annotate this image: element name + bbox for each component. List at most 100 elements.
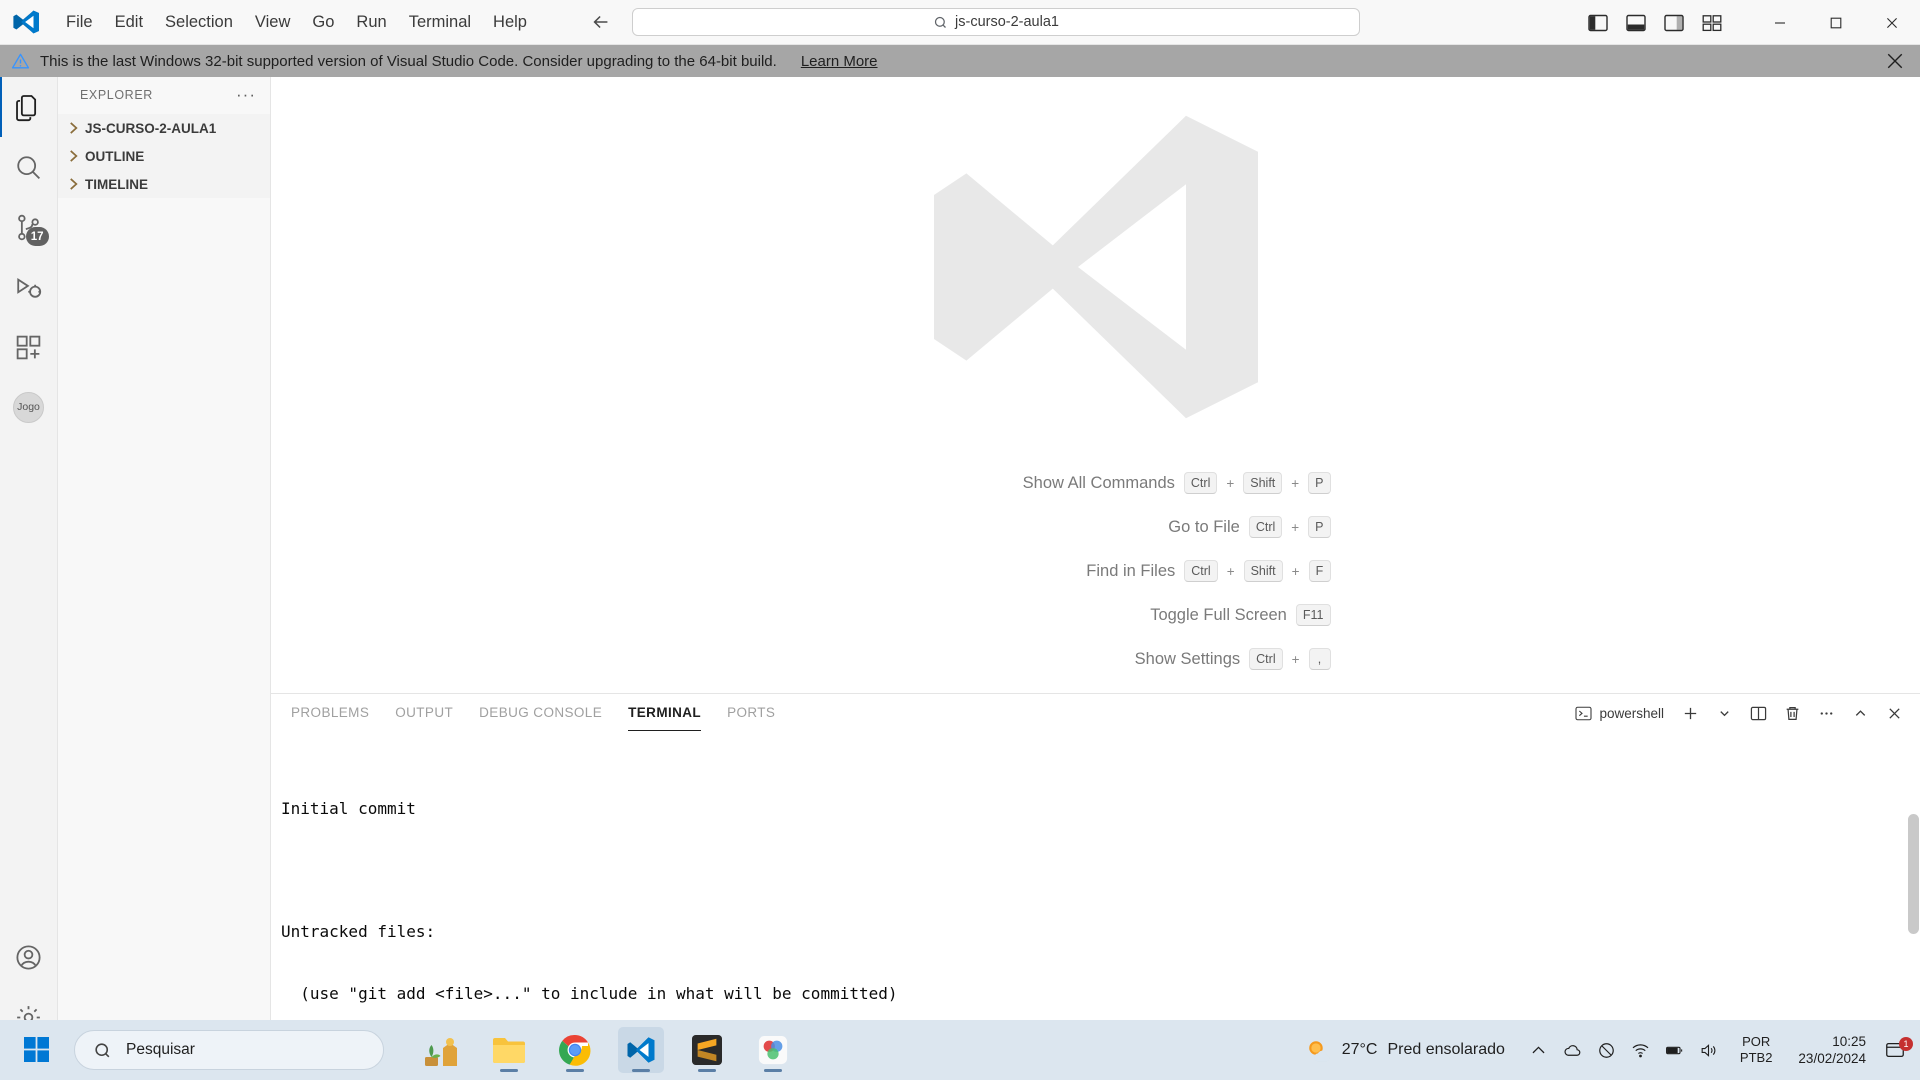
menu-item-file[interactable]: File [55,9,104,36]
key-separator: + [1226,475,1235,491]
widgets-plant-icon [425,1038,457,1066]
search-icon [95,1042,110,1057]
activity-bar-item-account-avatar[interactable]: Jogo [0,377,58,437]
minimize-button[interactable] [1752,0,1808,45]
tab-problems[interactable]: PROBLEMS [291,694,369,732]
toggle-panel-icon[interactable] [1623,10,1649,36]
taskbar-app-visual-studio-code[interactable] [618,1027,664,1073]
sidebar-header: EXPLORER ··· [58,77,270,112]
sidebar-section-outline[interactable]: OUTLINE [58,142,270,170]
key-f11: F11 [1295,604,1331,626]
layout-controls [1585,0,1725,45]
onedrive-icon[interactable] [1563,1041,1582,1060]
extensions-icon [16,335,41,359]
plus-icon [1684,707,1696,719]
tab-terminal[interactable]: TERMINAL [628,694,702,732]
weather-description: Pred ensolarado [1387,1041,1505,1058]
activity-bar-item-search[interactable] [0,137,58,197]
terminal-profile-dropdown-button[interactable] [1712,701,1736,725]
wifi-icon[interactable] [1631,1041,1650,1060]
chevron-up-icon[interactable] [1529,1041,1548,1060]
visual-studio-code-icon [627,1037,655,1063]
tab-ports[interactable]: PORTS [727,694,775,732]
color-app-icon [758,1035,788,1065]
banner-learn-more-link[interactable]: Learn More [801,53,878,70]
tab-debug-console[interactable]: DEBUG CONSOLE [479,694,602,732]
taskbar-app-file-explorer[interactable] [486,1027,532,1073]
sidebar-section-folder[interactable]: JS-CURSO-2-AULA1 [58,114,270,142]
sidebar-sections: JS-CURSO-2-AULA1 OUTLINE TIMELINE [58,114,270,198]
terminal-powershell-icon [1575,706,1592,720]
maximize-button[interactable] [1808,0,1864,45]
start-button[interactable] [14,1027,60,1073]
banner-close-icon[interactable] [1886,52,1904,70]
watermark-row-go-to-file: Go to File Ctrl + P [861,505,1331,549]
customize-layout-icon[interactable] [1699,10,1725,36]
terminal-output[interactable]: Initial commit Untracked files: (use "gi… [271,732,1920,1047]
language-line-1: POR [1742,1034,1771,1049]
watermark-row-find-in-files: Find in Files Ctrl + Shift + F [861,549,1331,593]
new-terminal-button[interactable] [1678,701,1702,725]
activity-bar-item-extensions[interactable] [0,317,58,377]
notifications-badge: 1 [1899,1037,1913,1051]
sidebar-more-actions-icon[interactable]: ··· [236,86,256,103]
menu-item-selection[interactable]: Selection [154,9,244,36]
activity-bar-item-accounts[interactable] [0,927,58,987]
toggle-secondary-sidebar-icon[interactable] [1661,10,1687,36]
avatar-label: Jogo [17,401,40,413]
menu-item-edit[interactable]: Edit [104,9,154,36]
close-button[interactable] [1864,0,1920,45]
maximize-panel-button[interactable] [1848,701,1872,725]
vscode-logo-icon [13,10,39,34]
customize-layout-glyph [1702,14,1722,31]
tab-output[interactable]: OUTPUT [395,694,453,732]
taskbar-app-color[interactable] [750,1027,796,1073]
quick-input-search[interactable]: js-curso-2-aula1 [632,8,1360,36]
taskbar-app-list [420,1027,796,1073]
vscode-window: File Edit Selection View Go Run Terminal… [0,0,1920,1080]
sidebar-section-timeline-label: TIMELINE [85,176,148,192]
kill-terminal-button[interactable] [1780,701,1804,725]
taskbar-app-sublime-text[interactable] [684,1027,730,1073]
taskbar-language-indicator[interactable]: POR PTB2 [1728,1034,1785,1066]
sidebar-section-timeline[interactable]: TIMELINE [58,170,270,198]
key-separator: + [1226,563,1235,579]
volume-icon[interactable] [1699,1041,1718,1060]
toggle-primary-sidebar-icon[interactable] [1585,10,1611,36]
toggle-panel-glyph [1626,14,1646,31]
activity-bar-item-source-control[interactable]: 17 [0,197,58,257]
taskbar-clock[interactable]: 10:25 23/02/2024 [1784,1033,1880,1067]
terminal-scrollbar[interactable] [1908,814,1919,934]
watermark-row-show-settings: Show Settings Ctrl + , [861,637,1331,681]
panel-more-actions-button[interactable] [1814,701,1838,725]
windows-taskbar: Pesquisar 27°C Pred ensolarado POR PTB2 … [0,1020,1920,1080]
quick-input-value: js-curso-2-aula1 [955,14,1059,30]
terminal-shell-indicator[interactable]: powershell [1575,706,1664,721]
menu-item-help[interactable]: Help [482,9,538,36]
taskbar-weather-widget[interactable]: 27°C Pred ensolarado [1291,1037,1519,1064]
no-entry-icon[interactable] [1597,1041,1616,1060]
menu-item-view[interactable]: View [244,9,301,36]
battery-icon[interactable] [1665,1041,1684,1060]
sidebar-section-outline-label: OUTLINE [85,148,145,164]
activity-bar-item-explorer[interactable] [0,77,58,137]
taskbar-notifications-button[interactable]: 1 [1880,1037,1920,1061]
partly-sunny-icon [1308,1040,1330,1061]
taskbar-search-input[interactable]: Pesquisar [74,1030,384,1070]
vscode-watermark-logo-icon [933,115,1258,419]
tray-icon-group [1519,1041,1728,1060]
close-panel-button[interactable] [1882,701,1906,725]
taskbar-app-widgets[interactable] [420,1027,466,1073]
chevron-down-icon [1719,710,1729,716]
watermark-label: Go to File [1168,517,1240,536]
terminal-line: Untracked files: [281,922,436,941]
split-terminal-button[interactable] [1746,701,1770,725]
watermark-shortcuts: Show All Commands Ctrl + Shift + P Go to… [861,461,1331,681]
menu-item-go[interactable]: Go [301,9,345,36]
title-bar: File Edit Selection View Go Run Terminal… [0,0,1920,45]
activity-bar-item-run-and-debug[interactable] [0,257,58,317]
menu-item-run[interactable]: Run [345,9,397,36]
taskbar-app-google-chrome[interactable] [552,1027,598,1073]
menu-item-terminal[interactable]: Terminal [398,9,482,36]
arrow-left-icon[interactable] [590,11,612,33]
